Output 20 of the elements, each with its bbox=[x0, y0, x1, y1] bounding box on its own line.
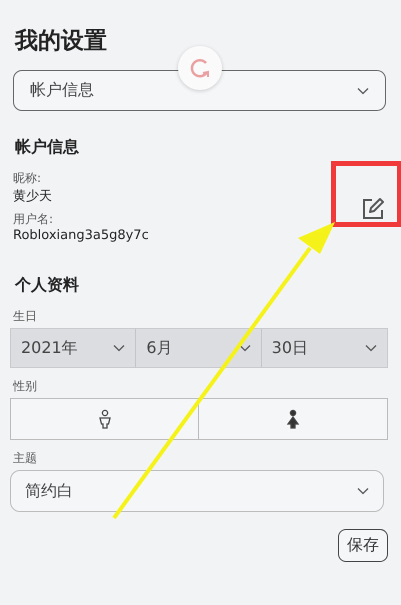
nickname-value: 黄少天 bbox=[13, 188, 52, 205]
username-label: 用户名: bbox=[13, 211, 54, 228]
chevron-down-icon bbox=[357, 487, 369, 495]
highlight-frame bbox=[331, 161, 401, 227]
female-figure-icon bbox=[285, 408, 301, 430]
page-title: 我的设置 bbox=[15, 27, 107, 56]
save-button[interactable]: 保存 bbox=[338, 529, 388, 562]
section-heading: 帐户信息 bbox=[15, 137, 79, 158]
theme-select[interactable]: 简约白 bbox=[10, 470, 384, 512]
section-select[interactable]: 帐户信息 bbox=[13, 70, 386, 111]
birthday-label: 生日 bbox=[13, 308, 37, 325]
chevron-down-icon bbox=[357, 86, 369, 94]
male-figure-icon bbox=[96, 408, 112, 430]
username-value: Robloxiang3a5g8y7c bbox=[13, 228, 149, 243]
edit-icon[interactable] bbox=[361, 197, 385, 221]
loading-spinner-icon bbox=[178, 46, 222, 90]
section-heading: 个人资料 bbox=[15, 275, 79, 296]
gender-label: 性别 bbox=[13, 378, 37, 395]
theme-label: 主题 bbox=[13, 450, 37, 467]
nickname-label: 昵称: bbox=[13, 170, 42, 187]
